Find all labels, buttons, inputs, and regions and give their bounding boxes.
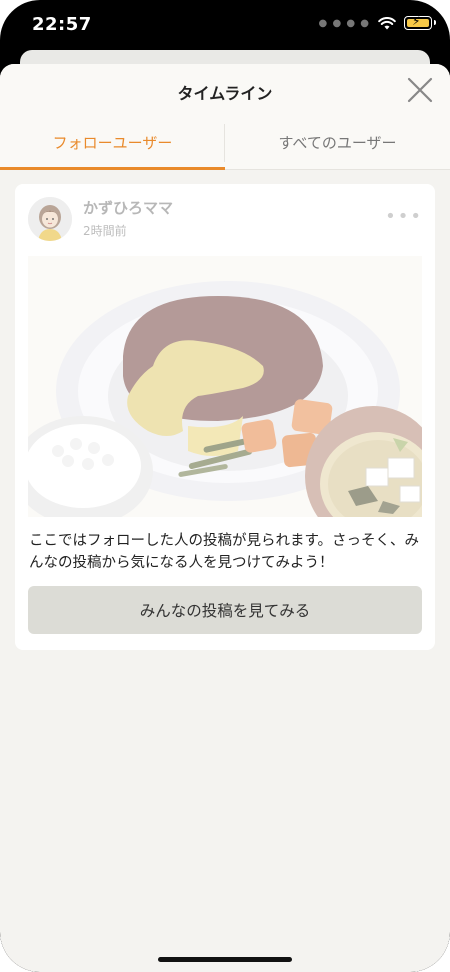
signal-dots-icon: ● ● ● ●: [318, 17, 370, 29]
avatar[interactable]: [28, 197, 72, 241]
wifi-icon: [378, 16, 396, 29]
tab-divider: [224, 124, 225, 162]
hamburg-steak-meal-illustration: [28, 256, 422, 517]
timeline-sheet: タイムライン フォローユーザー すべてのユーザー かずひろママ 2時間前 •••…: [0, 64, 450, 972]
close-icon[interactable]: [404, 74, 436, 106]
post-header: かずひろママ 2時間前 •••: [15, 184, 435, 252]
status-time: 22:57: [32, 14, 92, 35]
post-message: ここではフォローした人の投稿が見られます。さっそく、みんなの投稿から気になる人を…: [29, 533, 420, 571]
battery-charging-icon: ⚡: [404, 14, 436, 30]
post-image: [28, 256, 422, 517]
tab-all-users[interactable]: すべてのユーザー: [225, 116, 450, 169]
post-timestamp: 2時間前: [83, 224, 127, 238]
user-name[interactable]: かずひろママ: [83, 197, 173, 218]
phone-frame: 22:57 ● ● ● ● ⚡ タイムライン フォローユーザー すべてのユーザー…: [0, 0, 450, 972]
more-horizontal-icon[interactable]: •••: [385, 206, 423, 227]
view-all-posts-button[interactable]: みんなの投稿を見てみる: [28, 586, 422, 634]
user-avatar-icon: [28, 197, 72, 241]
tab-bar: フォローユーザー すべてのユーザー: [0, 116, 450, 170]
status-icons: ● ● ● ● ⚡: [318, 14, 436, 30]
post-card: かずひろママ 2時間前 ••• ここではフォローした人の投稿が見られます。さっそ…: [15, 184, 435, 650]
sheet-header: タイムライン: [0, 64, 450, 116]
tab-following-users[interactable]: フォローユーザー: [0, 116, 225, 170]
status-bar: 22:57 ● ● ● ● ⚡: [0, 0, 450, 52]
home-indicator[interactable]: [158, 957, 292, 962]
page-title: タイムライン: [177, 84, 273, 103]
